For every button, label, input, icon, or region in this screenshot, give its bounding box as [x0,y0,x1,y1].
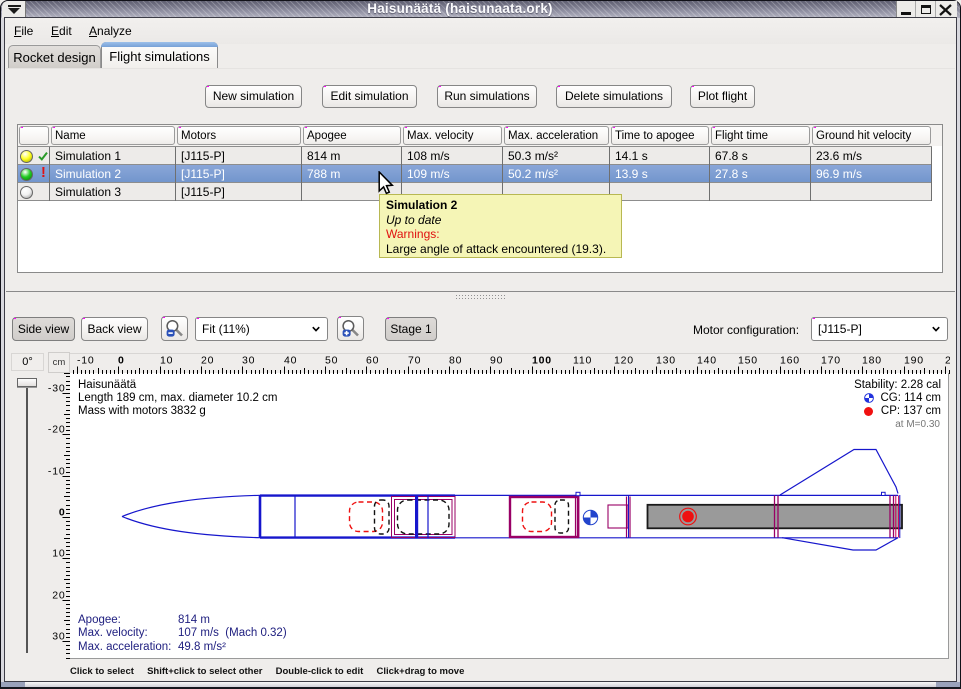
svg-text:110: 110 [573,355,592,367]
svg-text:40: 40 [284,355,297,367]
svg-text:-10: -10 [77,355,95,367]
svg-text:120: 120 [614,355,634,367]
svg-text:200: 200 [945,355,950,367]
svg-text:150: 150 [738,355,758,367]
svg-text:100: 100 [532,355,552,367]
svg-text:160: 160 [780,355,800,367]
svg-text:20: 20 [201,355,214,367]
svg-text:-20: -20 [48,424,66,436]
svg-text:80: 80 [449,355,462,367]
svg-text:10: 10 [52,548,65,560]
svg-text:20: 20 [52,590,65,602]
svg-text:60: 60 [366,355,379,367]
svg-text:90: 90 [490,355,503,367]
svg-text:70: 70 [408,355,421,367]
svg-text:-10: -10 [48,466,66,478]
svg-text:30: 30 [52,631,65,643]
svg-text:-30: -30 [48,383,66,395]
svg-text:0: 0 [118,355,125,367]
svg-text:170: 170 [821,355,841,367]
svg-text:30: 30 [242,355,255,367]
svg-text:180: 180 [862,355,882,367]
svg-text:10: 10 [160,355,173,367]
svg-text:0: 0 [59,507,66,519]
svg-text:50: 50 [325,355,338,367]
svg-text:190: 190 [904,355,924,367]
svg-text:140: 140 [697,355,717,367]
svg-text:130: 130 [656,355,676,367]
